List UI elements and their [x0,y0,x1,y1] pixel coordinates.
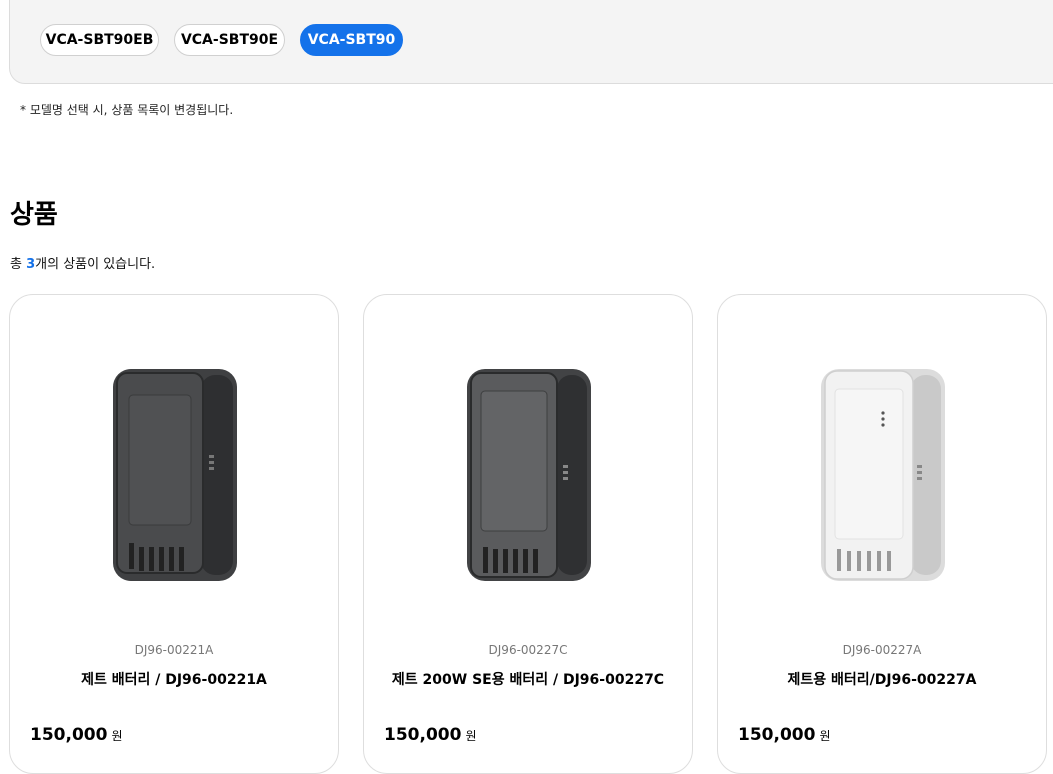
product-sku: DJ96-00221A [134,643,214,657]
product-price: 150,000 원 [738,725,830,745]
product-sku: DJ96-00227C [488,643,568,657]
model-chip-vca-sbt90[interactable]: VCA-SBT90 [300,24,403,56]
price-value: 150,000 [30,725,108,745]
product-card[interactable]: DJ96-00227C 제트 200W SE용 배터리 / DJ96-00227… [363,294,693,774]
price-value: 150,000 [738,725,816,745]
price-currency: 원 [819,729,831,743]
section-title: 상품 [10,200,58,230]
battery-product-image[interactable] [813,365,953,590]
count-prefix: 총 [10,257,27,272]
product-card[interactable]: DJ96-00221A 제트 배터리 / DJ96-00221A 150,000… [9,294,339,774]
price-currency: 원 [465,729,477,743]
model-filter-panel [9,0,1053,84]
product-count: 3 [26,257,36,272]
battery-product-image[interactable] [459,365,599,590]
price-currency: 원 [111,729,123,743]
filter-note: * 모델명 선택 시, 상품 목록이 변경됩니다. [20,103,234,117]
price-value: 150,000 [384,725,462,745]
model-chip-vca-sbt90e[interactable]: VCA-SBT90E [174,24,285,56]
product-sku: DJ96-00227A [842,643,922,657]
product-name[interactable]: 제트용 배터리/DJ96-00227A [718,669,1046,689]
model-chip-vca-sbt90eb[interactable]: VCA-SBT90EB [40,24,159,56]
product-card[interactable]: DJ96-00227A 제트용 배터리/DJ96-00227A 150,000 원 [717,294,1047,774]
battery-product-image[interactable] [105,365,245,590]
product-price: 150,000 원 [30,725,122,745]
product-name[interactable]: 제트 200W SE용 배터리 / DJ96-00227C [364,669,692,689]
product-count-text: 총 3개의 상품이 있습니다. [10,253,155,272]
product-name[interactable]: 제트 배터리 / DJ96-00221A [10,669,338,689]
count-suffix: 개의 상품이 있습니다. [35,257,156,272]
product-price: 150,000 원 [384,725,476,745]
